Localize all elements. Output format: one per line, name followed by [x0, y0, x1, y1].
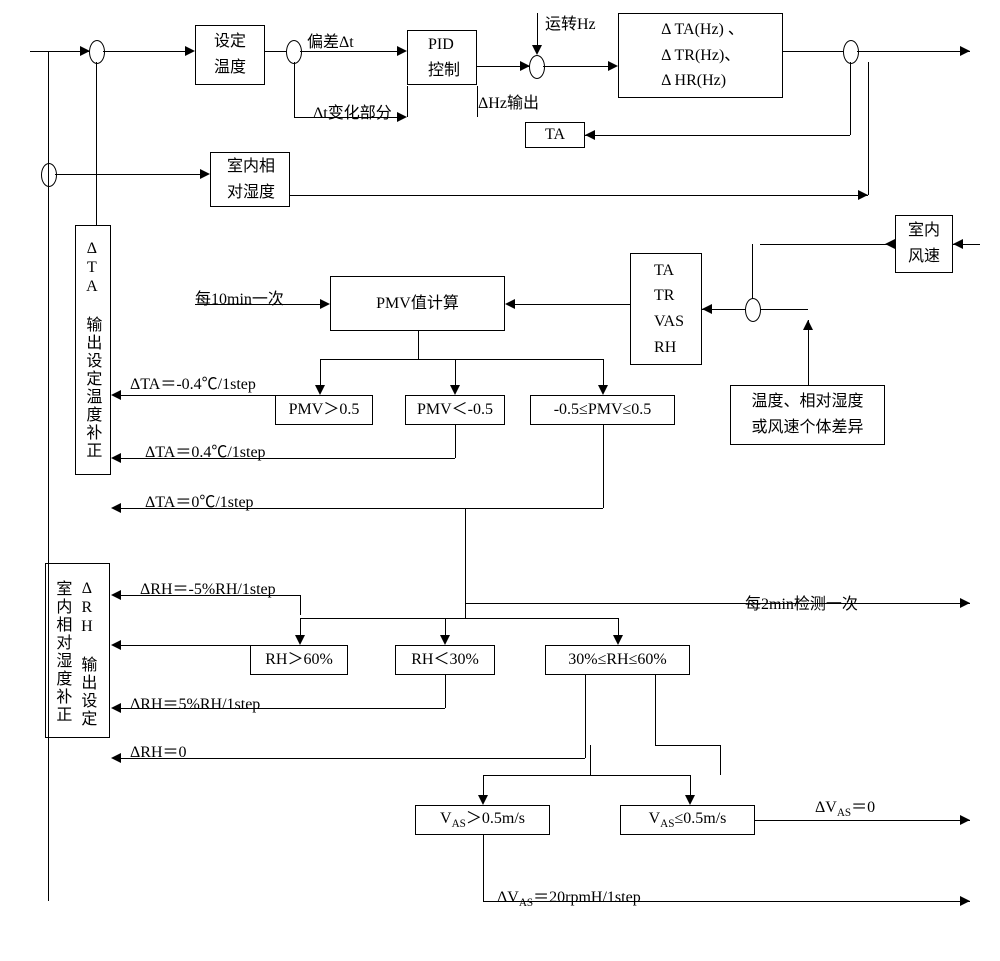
box-ta: TA	[525, 122, 585, 148]
box-hz: Δ TA(Hz) 、 Δ TR(Hz)、 Δ HR(Hz)	[618, 13, 783, 98]
vas-low-text: VAS≤0.5m/s	[649, 806, 727, 834]
box-indoor-wind: 室内 风速	[895, 215, 953, 273]
box-vas-high: VAS＞0.5m/s	[415, 805, 550, 835]
box-pmv-calc: PMV值计算	[330, 276, 505, 331]
box-pmv-mid: -0.5≤PMV≤0.5	[530, 395, 675, 425]
box-rh-high: RH＞60%	[250, 645, 348, 675]
node-after-pid	[529, 55, 545, 79]
label-dt-change: Δt变化部分	[313, 99, 392, 123]
node-indoor-rh	[41, 163, 57, 187]
box-diff-note: 温度、相对湿度 或风速个体差异	[730, 385, 885, 445]
box-vars: TA TR VAS RH	[630, 253, 702, 365]
node-wind-in	[745, 298, 761, 322]
label-dhz-out: ΔHz输出	[478, 89, 539, 113]
box-rh-low: RH＜30%	[395, 645, 495, 675]
box-pmv-high: PMV＞0.5	[275, 395, 373, 425]
label-dvas-zero: ΔVAS＝0	[815, 793, 875, 819]
box-pmv-low: PMV＜-0.5	[405, 395, 505, 425]
box-set-temp: 设定 温度	[195, 25, 265, 85]
box-pid: PID 控制	[407, 30, 477, 85]
label-rh-corr1: ΔRH 输出设定	[75, 580, 97, 728]
label-run-hz: 运转Hz	[545, 10, 596, 34]
label-rh-corr2: 室内相对湿度补正	[50, 580, 72, 724]
label-every10: 每10min一次	[195, 285, 284, 309]
vas-high-text: VAS＞0.5m/s	[440, 806, 525, 834]
box-rh-mid: 30%≤RH≤60%	[545, 645, 690, 675]
label-dvas-20: ΔVAS＝20rpmH/1step	[497, 883, 641, 909]
label-ta-corr: ΔTA 输出设定温度补正	[80, 240, 102, 460]
node-top-left	[89, 40, 105, 64]
diagram-canvas: 设定 温度 PID 控制 Δ TA(Hz) 、 Δ TR(Hz)、 Δ HR(H…	[0, 0, 1000, 961]
label-dta-neg: ΔTA＝-0.4℃/1step	[130, 370, 256, 394]
node-after-settemp	[286, 40, 302, 64]
label-drh-pos: ΔRH＝5%RH/1step	[130, 690, 260, 714]
label-dev-dt: 偏差Δt	[307, 28, 354, 52]
node-top-right	[843, 40, 859, 64]
box-vas-low: VAS≤0.5m/s	[620, 805, 755, 835]
box-indoor-rh: 室内相 对湿度	[210, 152, 290, 207]
label-every2: 每2min检测一次	[745, 590, 858, 614]
